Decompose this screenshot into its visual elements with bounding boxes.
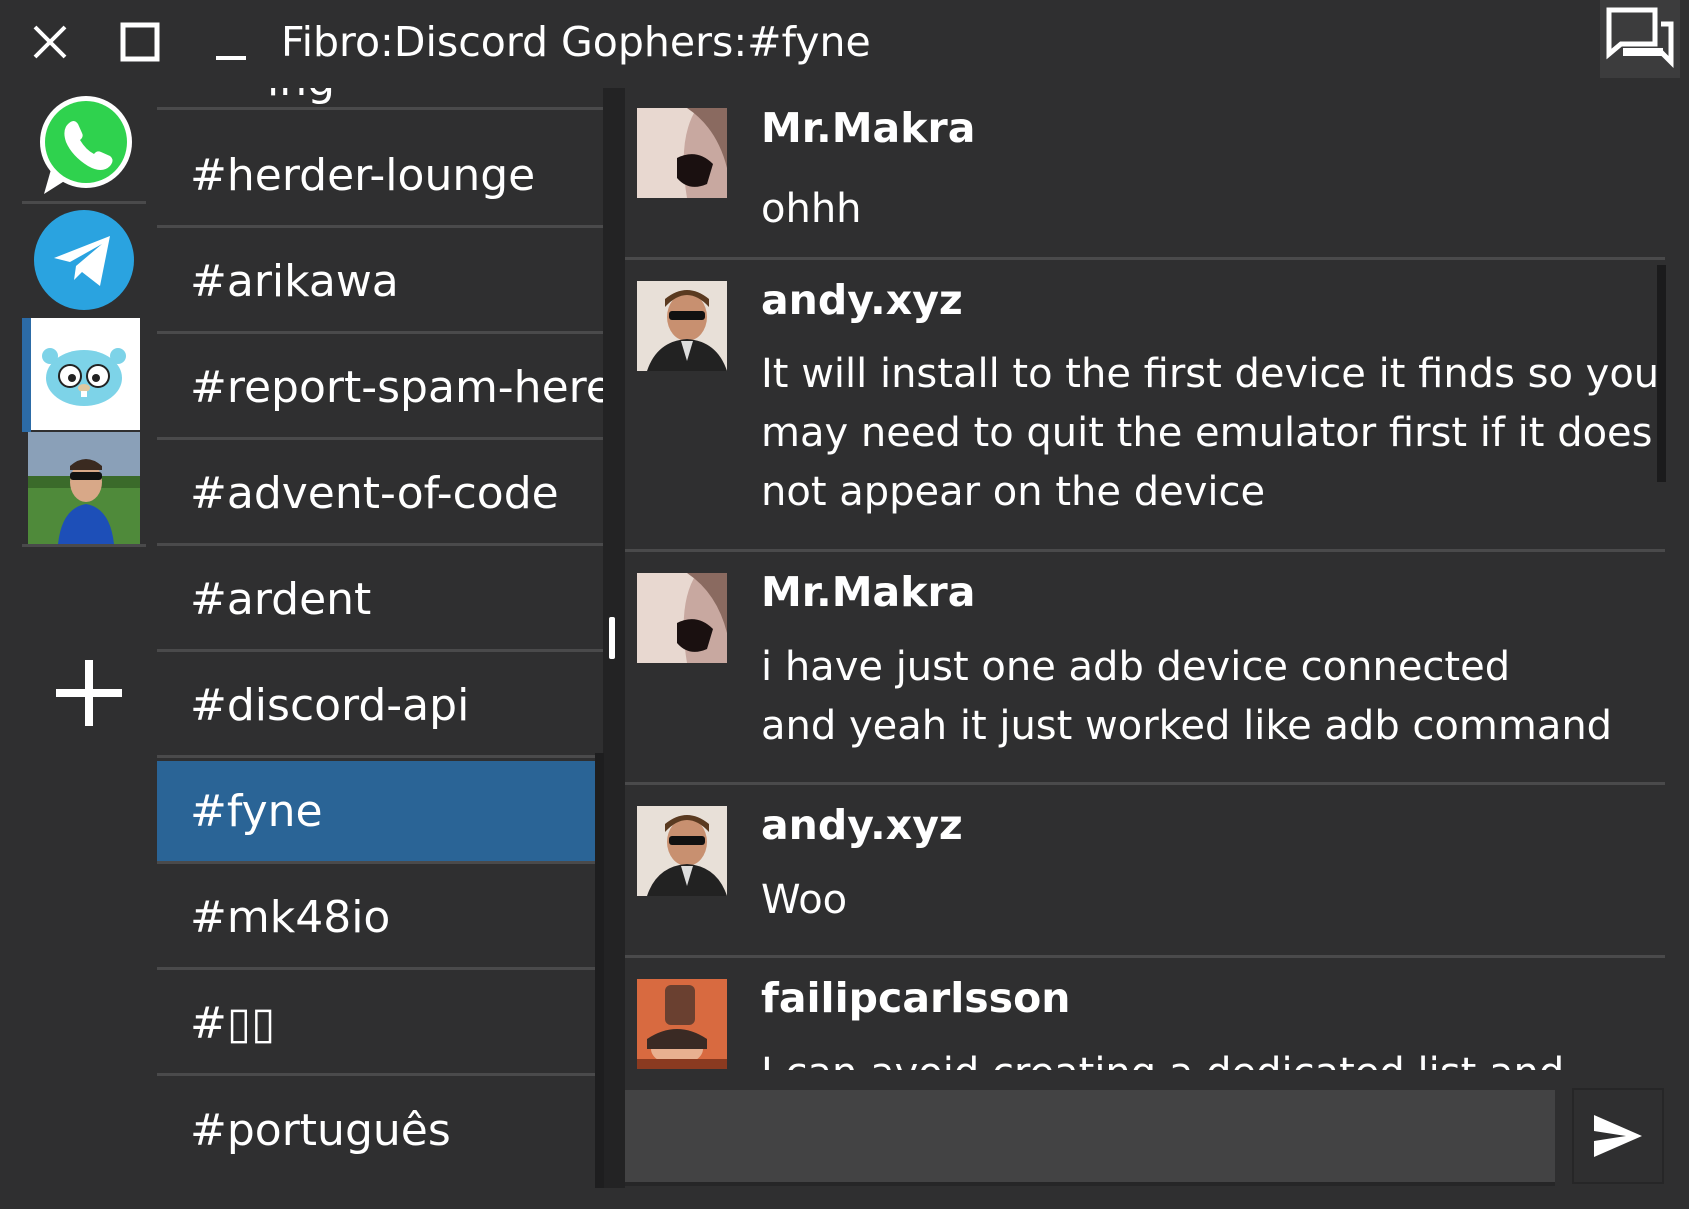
user-photo (28, 432, 140, 544)
message-item: Mr.Makra i have just one adb device conn… (625, 552, 1665, 785)
channel-label: #português (190, 1105, 451, 1156)
channel-fyne[interactable]: #fyne (157, 761, 603, 864)
message-line: and yeah it just worked like adb command (761, 703, 1613, 749)
channel-label: #fyne (190, 785, 323, 837)
channel-unicode[interactable]: #▯▯ (157, 973, 603, 1076)
telegram-icon (34, 210, 134, 310)
message-item: Mr.Makra ohhh (625, 88, 1665, 260)
minimize-icon (216, 56, 246, 60)
message-scrollbar[interactable] (1657, 265, 1666, 482)
channel-mk48io[interactable]: #mk48io (157, 867, 603, 970)
message-text: Woo (761, 871, 1661, 930)
channel-herder-lounge[interactable]: #herder-lounge (157, 125, 603, 228)
active-account-indicator (22, 318, 31, 432)
message-line: ohhh (761, 186, 862, 232)
chat-bubbles-icon (1606, 7, 1674, 69)
title-bar: Fibro:Discord Gophers:#fyne (0, 0, 1689, 88)
channel-label: #ardent (190, 573, 372, 625)
channel-label: #report-spam-here (190, 361, 603, 413)
channel-label: ing (267, 88, 335, 106)
channel-list: ing #herder-lounge #arikawa #report-spam… (157, 88, 603, 1188)
channel-label: #herder-lounge (190, 149, 536, 201)
chat-toggle-button[interactable] (1600, 0, 1680, 78)
add-account-button[interactable] (44, 648, 134, 738)
channel-scrollbar[interactable] (595, 753, 604, 1188)
account-user[interactable] (22, 432, 146, 544)
message-line: i have just one adb device connected (761, 644, 1511, 690)
avatar (637, 573, 727, 663)
message-input-underline (625, 1182, 1555, 1186)
avatar (637, 108, 727, 198)
maximize-button[interactable] (110, 14, 170, 70)
message-line: It will install to the first device it f… (761, 351, 1660, 397)
close-button[interactable] (20, 14, 80, 70)
message-author: failipcarlsson (761, 974, 1071, 1022)
maximize-icon (120, 22, 160, 62)
message-line: not appear on the device (761, 469, 1266, 515)
message-text: It will install to the first device it f… (761, 345, 1661, 522)
account-telegram[interactable] (22, 204, 146, 316)
channel-label: #advent-of-code (190, 467, 559, 519)
window-title: Fibro:Discord Gophers:#fyne (281, 18, 871, 66)
channel-label: #discord-api (190, 679, 470, 731)
send-button[interactable] (1572, 1088, 1664, 1184)
channel-label: #mk48io (190, 891, 391, 943)
message-input[interactable] (625, 1090, 1555, 1186)
message-line: may need to quit the emulator first if i… (761, 410, 1653, 456)
message-author: andy.xyz (761, 276, 963, 324)
channel-portugues[interactable]: #português (157, 1079, 603, 1182)
channel-label: #▯▯ (190, 997, 276, 1049)
account-whatsapp[interactable] (22, 90, 146, 202)
message-author: Mr.Makra (761, 104, 976, 152)
split-handle[interactable] (609, 617, 615, 659)
message-author: Mr.Makra (761, 568, 976, 616)
message-line: Woo (761, 877, 848, 923)
message-line: I can avoid creating a dedicated list an… (761, 1044, 1661, 1070)
app-window: Fibro:Discord Gophers:#fyne #herder-loun… (0, 0, 1689, 1209)
message-text: I can avoid creating a dedicated list an… (761, 1044, 1661, 1070)
avatar (637, 281, 727, 371)
gopher-icon (28, 318, 140, 430)
accounts-column (0, 88, 150, 1209)
channel-discord-api[interactable]: #discord-api (157, 655, 603, 758)
plus-icon (56, 660, 122, 726)
message-text: i have just one adb device connected and… (761, 638, 1661, 756)
account-discord-gophers[interactable] (22, 318, 146, 430)
channel-arikawa[interactable]: #arikawa (157, 231, 603, 334)
whatsapp-icon (40, 96, 132, 194)
avatar (637, 979, 727, 1069)
send-icon (1594, 1115, 1642, 1157)
channel-ardent[interactable]: #ardent (157, 549, 603, 652)
message-item: failipcarlsson I can avoid creating a de… (625, 958, 1665, 1070)
message-item: andy.xyz Woo (625, 785, 1665, 958)
message-text: ohhh (761, 180, 1661, 239)
close-icon (33, 25, 67, 59)
message-author: andy.xyz (761, 801, 963, 849)
channel-report-spam-here[interactable]: #report-spam-here (157, 337, 603, 440)
minimize-button[interactable] (200, 14, 260, 70)
account-separator (22, 544, 146, 547)
message-list: Mr.Makra ohhh andy.xyz It will install t… (625, 88, 1665, 1070)
message-item: andy.xyz It will install to the first de… (625, 260, 1665, 552)
channel-advent-of-code[interactable]: #advent-of-code (157, 443, 603, 546)
channel-item-partial[interactable]: ing (157, 88, 603, 110)
avatar (637, 806, 727, 896)
channel-label: #arikawa (190, 255, 399, 307)
